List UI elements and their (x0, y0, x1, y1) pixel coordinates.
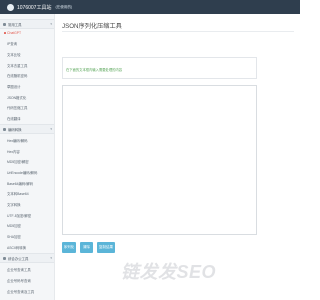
sidebar-item-label: MD5加密 (7, 224, 21, 228)
divider (62, 31, 294, 32)
site-badge: (在使用的) (55, 4, 73, 9)
sidebar-group-label: 综合办公工具 (8, 257, 29, 262)
sidebar-item-chatgpt[interactable]: ChatGPT (4, 29, 54, 37)
sidebar-item-sketch[interactable]: 草图设计 (4, 82, 54, 90)
folder-icon (3, 128, 6, 131)
sidebar-item-label: 草图设计 (7, 85, 21, 89)
sidebar-item-dedupe[interactable]: 文本去重工具 (4, 61, 54, 69)
brand[interactable]: 1076007工具站 (在使用的) (7, 3, 72, 11)
sidebar-item-label: 企业号查询工具 (7, 268, 31, 272)
sidebar-item-label: 在线翻译 (7, 117, 21, 121)
sidebar-item-label: 企业号查询及工具 (7, 290, 35, 294)
sidebar-item-label: 文本转Base64 (7, 192, 29, 196)
sidebar-item-json-format[interactable]: JSON格式化 (4, 93, 54, 101)
sidebar-item-hex-content[interactable]: Hex内容 (4, 147, 54, 155)
sidebar-item-label: 在线随机密码 (7, 74, 28, 78)
sidebar-item-label: ChatGPT (7, 31, 22, 35)
serialize-button[interactable]: 序列化 (62, 242, 76, 253)
sidebar-item-sha[interactable]: SHA加密 (4, 232, 54, 240)
sidebar-item-label: 文本去重工具 (7, 64, 28, 68)
sidebar-item-label: JSON格式化 (7, 96, 27, 100)
sidebar-item-label: ASCII码转换 (7, 246, 27, 250)
sidebar-item-hex-codec[interactable]: Hex编码/解码 (4, 136, 54, 144)
sidebar-group-label: 编码转换 (8, 128, 22, 133)
sidebar-item-office-1[interactable]: 企业号查询工具 (4, 265, 54, 273)
sidebar-item-office-2[interactable]: 企业号码号查询 (4, 276, 54, 284)
sidebar-item-ascii[interactable]: ASCII码转换 (4, 243, 54, 251)
sidebar-item-label: IP查询 (7, 42, 17, 46)
sidebar-item-label: UrlEncode编码/解码 (7, 171, 38, 175)
sidebar-item-label: MD5加密/解密 (7, 160, 29, 164)
hint-text: 在下面的文本框内输入需要处理的内容 (66, 68, 123, 72)
sidebar-item-label: 文本比较 (7, 53, 21, 57)
sidebar-item-text-compare[interactable]: 文本比较 (4, 50, 54, 58)
sidebar-item-text-to-base64[interactable]: 文本转Base64 (4, 189, 54, 197)
sidebar-item-md5[interactable]: MD5加密 (4, 221, 54, 229)
sidebar-item-label: UTF-8加密/解密 (7, 214, 32, 218)
sidebar-item-code-compress[interactable]: 代码压缩工具 (4, 103, 54, 111)
chevron-down-icon: ▾ (50, 256, 52, 261)
site-name: 1076007工具站 (17, 4, 52, 11)
sidebar-item-text-convert[interactable]: 文字转换 (4, 200, 54, 208)
sidebar-item-md5-codec[interactable]: MD5加密/解密 (4, 157, 54, 165)
json-input[interactable] (62, 85, 257, 235)
sidebar-item-utf8[interactable]: UTF-8加密/解密 (4, 211, 54, 219)
sidebar-group-encoding[interactable]: 编码转换 ▾ (0, 124, 54, 134)
sidebar-item-label: 企业号码号查询 (7, 279, 31, 283)
hint-panel: 在下面的文本框内输入需要处理的内容 (62, 57, 257, 79)
logo-icon (7, 3, 14, 11)
clear-button[interactable]: 清除 (80, 242, 93, 253)
sidebar-group-common[interactable]: 常用工具 ▾ (0, 19, 54, 29)
sidebar-item-label: Base64编码/解码 (7, 182, 34, 186)
sidebar-item-label: Hex编码/解码 (7, 139, 28, 143)
sidebar: 常用工具 ▾ ChatGPT IP查询 文本比较 文本去重工具 在线随机密码 草… (0, 14, 55, 300)
sidebar-item-label: SHA加密 (7, 235, 21, 239)
sidebar-group-label: 常用工具 (8, 23, 22, 28)
sidebar-group-office[interactable]: 综合办公工具 ▾ (0, 253, 54, 263)
sidebar-item-base64[interactable]: Base64编码/解码 (4, 179, 54, 187)
page-title: JSON序列化压缩工具 (62, 23, 122, 30)
copy-result-button[interactable]: 复制结果 (97, 242, 115, 253)
sidebar-item-label: Hex内容 (7, 150, 20, 154)
top-bar: 1076007工具站 (在使用的) (0, 0, 300, 14)
sidebar-item-translate[interactable]: 在线翻译 (4, 114, 54, 122)
sidebar-item-urlencode[interactable]: UrlEncode编码/解码 (4, 168, 54, 176)
folder-icon (3, 257, 6, 260)
watermark: 链发发SEO (121, 262, 217, 280)
sidebar-item-office-3[interactable]: 企业号查询及工具 (4, 287, 54, 295)
folder-icon (3, 23, 6, 26)
chevron-down-icon: ▾ (50, 22, 52, 27)
sidebar-item-label: 代码压缩工具 (7, 106, 28, 110)
sidebar-item-random-password[interactable]: 在线随机密码 (4, 71, 54, 79)
sidebar-item-label: 文字转换 (7, 203, 21, 207)
sidebar-item-ip-query[interactable]: IP查询 (4, 39, 54, 47)
chevron-down-icon: ▾ (50, 127, 52, 132)
